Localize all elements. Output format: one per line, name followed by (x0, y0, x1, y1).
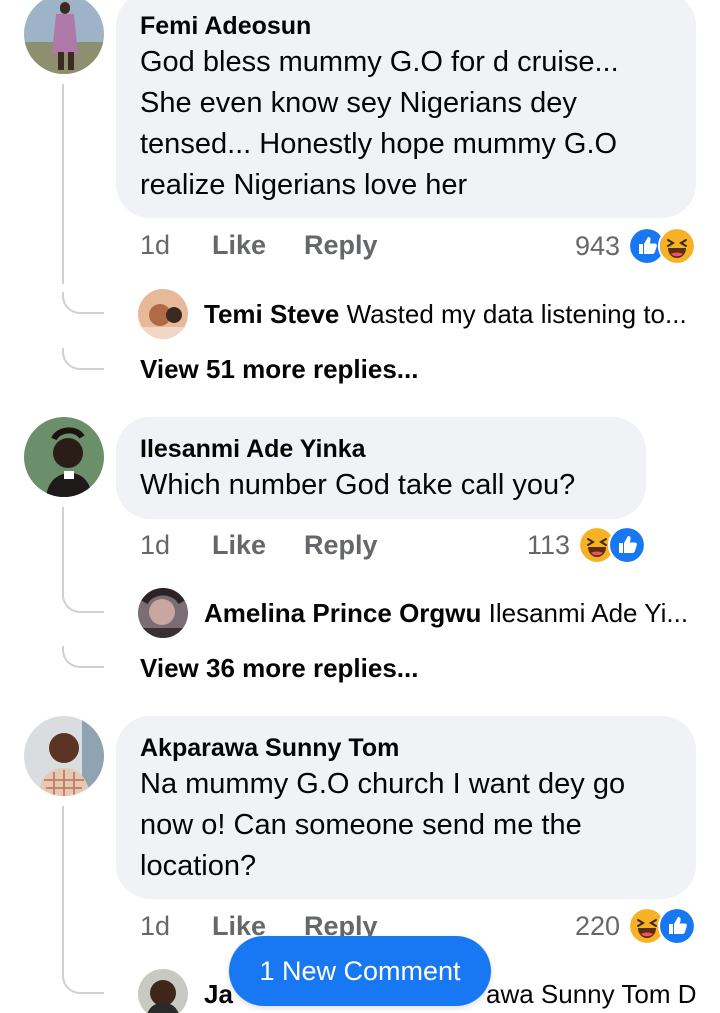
reaction-count: 220 (574, 910, 620, 941)
like-icon (608, 526, 646, 564)
comments-page: Femi Adeosun God bless mummy G.O for d c… (0, 0, 720, 1013)
thread-branch (62, 972, 104, 994)
thread-branch (62, 292, 104, 314)
thread-branch (62, 591, 104, 613)
avatar[interactable] (24, 716, 104, 796)
reply-author[interactable]: Ja (204, 979, 233, 1009)
reply-preview[interactable]: Amelina Prince Orgwu Ilesanmi Ade Yi... (204, 596, 696, 630)
avatar[interactable] (24, 417, 104, 497)
view-more-replies[interactable]: View 51 more replies... (140, 354, 418, 385)
reply-button[interactable]: Reply (304, 230, 378, 261)
new-comment-button[interactable]: 1 New Comment (229, 936, 491, 1006)
comment-author[interactable]: Ilesanmi Ade Yinka (140, 433, 620, 465)
reaction-summary[interactable]: 220 (575, 906, 696, 946)
like-button[interactable]: Like (212, 530, 266, 561)
comment-bubble[interactable]: Ilesanmi Ade Yinka Which number God take… (116, 417, 646, 519)
comment-text: Na mummy G.O church I want dey go now o!… (140, 768, 626, 882)
reply-text: Ilesanmi Ade Yi... (488, 598, 689, 628)
reply-preview[interactable]: Temi Steve Wasted my data listening to..… (204, 297, 696, 331)
reaction-count: 943 (574, 230, 620, 261)
reaction-summary[interactable]: 113 (527, 525, 646, 565)
thread-branch (62, 646, 104, 668)
reply-button[interactable]: Reply (304, 530, 378, 561)
comment-bubble[interactable]: Femi Adeosun God bless mummy G.O for d c… (116, 0, 696, 218)
reaction-count: 113 (526, 529, 570, 560)
avatar[interactable] (24, 0, 104, 74)
avatar[interactable] (138, 969, 188, 1013)
comment-text: Which number God take call you? (140, 469, 576, 501)
reply-text: Wasted my data listening to... (346, 299, 687, 329)
comment-time: 1d (140, 530, 171, 560)
comment-author[interactable]: Femi Adeosun (140, 10, 670, 42)
reaction-summary[interactable]: 943 (575, 226, 696, 266)
reply-text: awa Sunny Tom D... (486, 979, 696, 1009)
thread-branch (62, 348, 104, 370)
reply-author[interactable]: Temi Steve (204, 299, 339, 329)
reply-author[interactable]: Amelina Prince Orgwu (204, 598, 481, 628)
thread-line (62, 507, 64, 591)
haha-icon (658, 227, 696, 265)
avatar[interactable] (138, 588, 188, 638)
comment-time: 1d (140, 230, 171, 260)
comment-bubble[interactable]: Akparawa Sunny Tom Na mummy G.O church I… (116, 716, 696, 899)
comment-time: 1d (140, 911, 171, 941)
comment-text: God bless mummy G.O for d cruise... She … (140, 46, 619, 201)
view-more-replies[interactable]: View 36 more replies... (140, 653, 418, 684)
like-button[interactable]: Like (212, 230, 266, 261)
like-icon (658, 907, 696, 945)
comment-author[interactable]: Akparawa Sunny Tom (140, 732, 670, 764)
thread-line (62, 806, 64, 972)
thread-line (62, 84, 64, 284)
avatar[interactable] (138, 289, 188, 339)
